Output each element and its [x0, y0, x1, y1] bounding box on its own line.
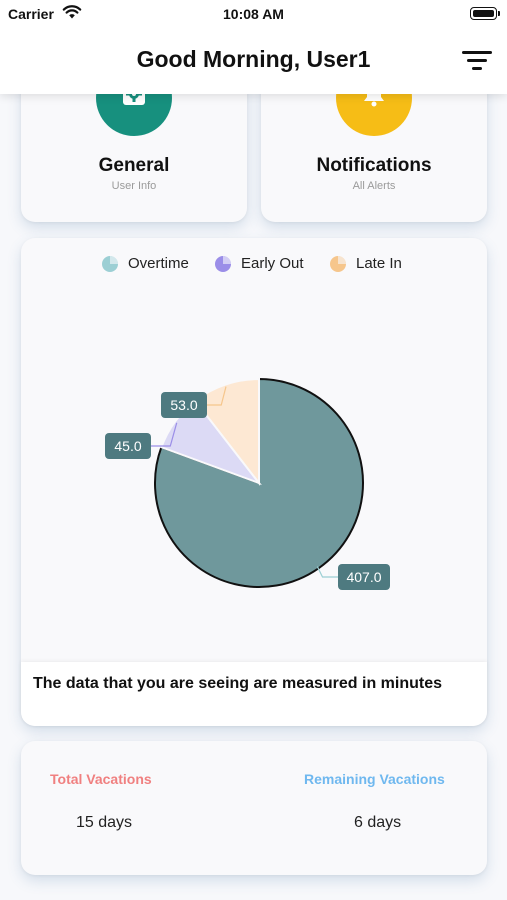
- legend-label-overtime: Overtime: [128, 255, 189, 272]
- remaining-vacations-label: Remaining Vacations: [304, 771, 445, 787]
- total-vacations-value: 15 days: [76, 814, 133, 831]
- general-title: General: [98, 155, 170, 176]
- filter-menu-button[interactable]: [462, 49, 492, 73]
- remaining-vacations-value: 6 days: [354, 814, 402, 831]
- legend-label-late-in: Late In: [356, 255, 402, 272]
- page-title: Good Morning, User1: [136, 46, 371, 72]
- app-header: Good Morning, User1: [0, 28, 507, 94]
- data-label-early-out: 45.0: [114, 438, 141, 454]
- chart-note: The data that you are seeing are measure…: [21, 662, 487, 726]
- attendance-chart-card: Overtime Early Out Late In 407.0 45.0 53.0…: [21, 238, 487, 726]
- status-time: 10:08 AM: [223, 6, 284, 22]
- data-label-late-in: 53.0: [170, 397, 197, 413]
- pie-legend-icon: [102, 256, 118, 272]
- data-label-overtime: 407.0: [346, 569, 381, 585]
- vacations-card: Total Vacations Remaining Vacations 15 d…: [21, 741, 487, 875]
- pie-legend-icon: [330, 256, 346, 272]
- legend-label-early-out: Early Out: [241, 255, 304, 272]
- battery-icon: [470, 7, 500, 20]
- notifications-subtitle: All Alerts: [352, 180, 396, 192]
- pie-chart: 407.0 45.0 53.0: [105, 377, 390, 590]
- total-vacations-label: Total Vacations: [50, 771, 152, 787]
- status-bar: Carrier 10:08 AM: [0, 0, 507, 28]
- filter-lines-icon: [462, 51, 492, 54]
- notifications-title: Notifications: [316, 155, 432, 176]
- general-subtitle: User Info: [111, 180, 157, 192]
- chart-legend: Overtime Early Out Late In: [21, 254, 487, 274]
- chart-note-text: The data that you are seeing are measure…: [33, 675, 443, 692]
- pie-legend-icon: [215, 256, 231, 272]
